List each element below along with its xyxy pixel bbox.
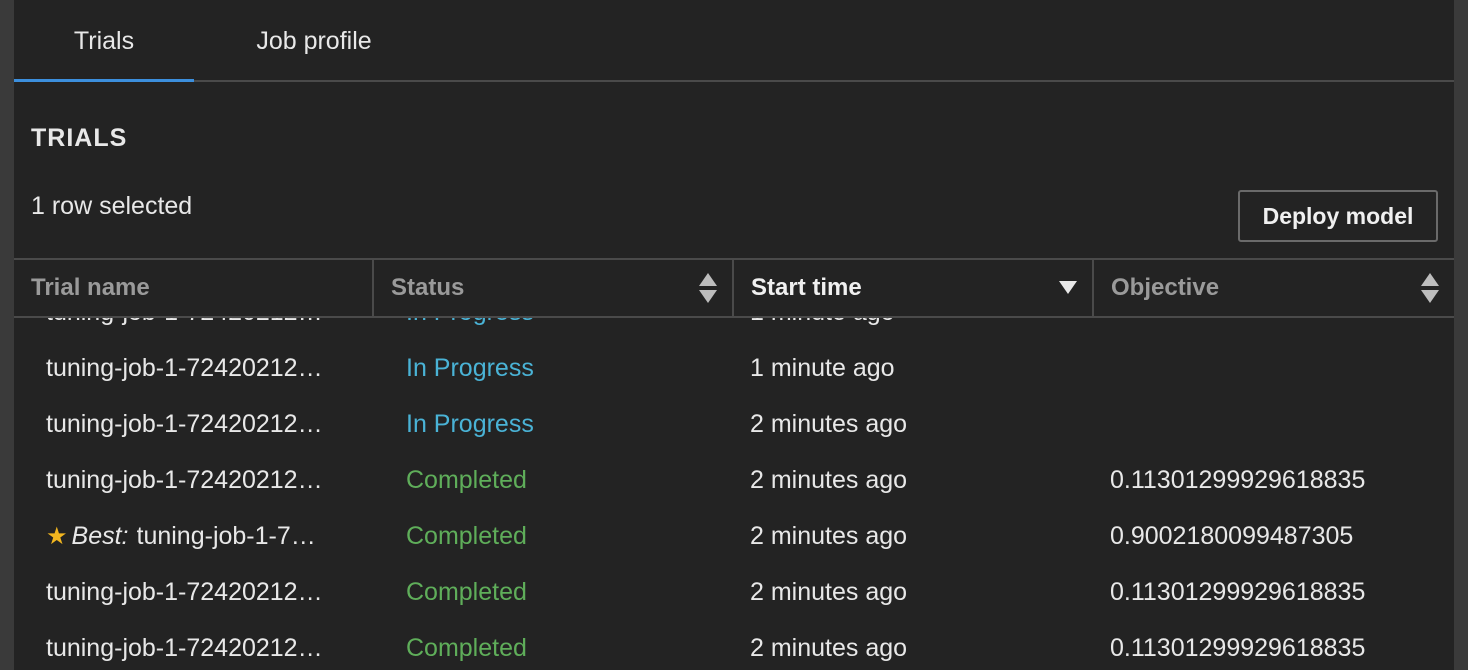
column-header-status[interactable]: Status	[374, 260, 734, 316]
table-row[interactable]: tuning-job-1-72420212… In Progress 1 minut…	[14, 340, 1454, 396]
trial-name: tuning-job-1-72420212…	[46, 577, 323, 606]
objective-cell	[1110, 340, 1440, 396]
column-header-start-time[interactable]: Start time	[734, 260, 1094, 316]
selection-count: 1 row selected	[31, 192, 193, 220]
trial-name-cell: tuning-job-1-72420212…	[46, 564, 356, 620]
table-row[interactable]: tuning-job-1-72420212… In Progress 2 minut…	[14, 396, 1454, 452]
tab-trials[interactable]: Trials	[14, 0, 194, 82]
tab-bar: Trials Job profile	[14, 0, 1454, 82]
status-cell: In Progress	[406, 409, 534, 438]
trial-name-cell: tuning-job-1-72420212…	[46, 620, 356, 670]
trial-name: tuning-job-1-72420212…	[46, 353, 323, 382]
table-row[interactable]: ★ Best: tuning-job-1-7… Completed 2 minutes …	[14, 508, 1454, 564]
start-time-cell: 1 minute ago	[750, 353, 895, 382]
table-rows: tuning-job-1-72420212… In Progress 1 minut…	[14, 318, 1454, 670]
start-time-cell: 2 minutes ago	[750, 465, 908, 494]
objective-cell: 0.11301299929618835	[1110, 633, 1366, 662]
column-header-label: Objective	[1111, 274, 1220, 301]
column-header-trial-name[interactable]: Trial name	[14, 260, 374, 316]
table-row[interactable]: tuning-job-1-72420212… Completed 2 minutes…	[14, 564, 1454, 620]
deploy-model-button[interactable]: Deploy model	[1238, 190, 1438, 242]
trial-name-cell: tuning-job-1-72420212…	[46, 318, 356, 340]
star-icon: ★	[46, 522, 68, 550]
trial-name: tuning-job-1-72420212…	[46, 318, 323, 327]
status-cell: Completed	[406, 521, 527, 550]
trial-name: tuning-job-1-72420212…	[46, 409, 323, 438]
selected-tab-indicator	[14, 79, 194, 82]
trial-name: tuning-job-1-72420212…	[46, 465, 323, 494]
trial-name-cell: tuning-job-1-72420212…	[46, 452, 356, 508]
column-header-label: Status	[391, 274, 465, 301]
objective-cell	[1110, 318, 1440, 340]
column-header-objective[interactable]: Objective	[1094, 260, 1454, 316]
status-cell: In Progress	[406, 353, 534, 382]
objective-cell: 0.11301299929618835	[1110, 577, 1366, 606]
sort-both-icon	[699, 273, 717, 303]
start-time-cell: 2 minutes ago	[750, 521, 908, 550]
column-header-label: Start time	[751, 274, 862, 301]
sort-descending-icon	[1059, 281, 1077, 294]
status-cell: Completed	[406, 465, 527, 494]
sort-both-icon	[1421, 273, 1439, 303]
table-header: Trial name Status Start time Objective	[14, 258, 1454, 318]
trial-name: tuning-job-1-7…	[136, 521, 316, 550]
trial-name-cell: tuning-job-1-72420212…	[46, 340, 356, 396]
section-title: TRIALS	[31, 124, 128, 152]
best-label: Best:	[71, 521, 129, 550]
start-time-cell: 2 minutes ago	[750, 409, 908, 438]
status-cell: Completed	[406, 633, 527, 662]
objective-cell: 0.9002180099487305	[1110, 521, 1354, 550]
trial-name-cell: tuning-job-1-72420212…	[46, 396, 356, 452]
table-row[interactable]: tuning-job-1-72420212… In Progress 1 minut…	[14, 318, 1454, 340]
objective-cell: 0.11301299929618835	[1110, 465, 1366, 494]
start-time-cell: 2 minutes ago	[750, 633, 908, 662]
tab-job-profile[interactable]: Job profile	[234, 0, 394, 82]
start-time-cell: 2 minutes ago	[750, 577, 908, 606]
column-header-label: Trial name	[31, 274, 150, 301]
table-row[interactable]: tuning-job-1-72420212… Completed 2 minutes…	[14, 452, 1454, 508]
start-time-cell: 1 minute ago	[750, 318, 1080, 340]
table-row[interactable]: tuning-job-1-72420212… Completed 2 minutes…	[14, 620, 1454, 670]
trial-name-cell: ★ Best: tuning-job-1-7…	[46, 508, 356, 564]
trials-panel: Trials Job profile TRIALS 1 row selected…	[14, 0, 1454, 670]
status-cell: In Progress	[406, 318, 726, 340]
status-cell: Completed	[406, 577, 527, 606]
objective-cell	[1110, 396, 1440, 452]
trial-name: tuning-job-1-72420212…	[46, 633, 323, 662]
table-body[interactable]: tuning-job-1-72420212… In Progress 1 minut…	[14, 318, 1454, 670]
